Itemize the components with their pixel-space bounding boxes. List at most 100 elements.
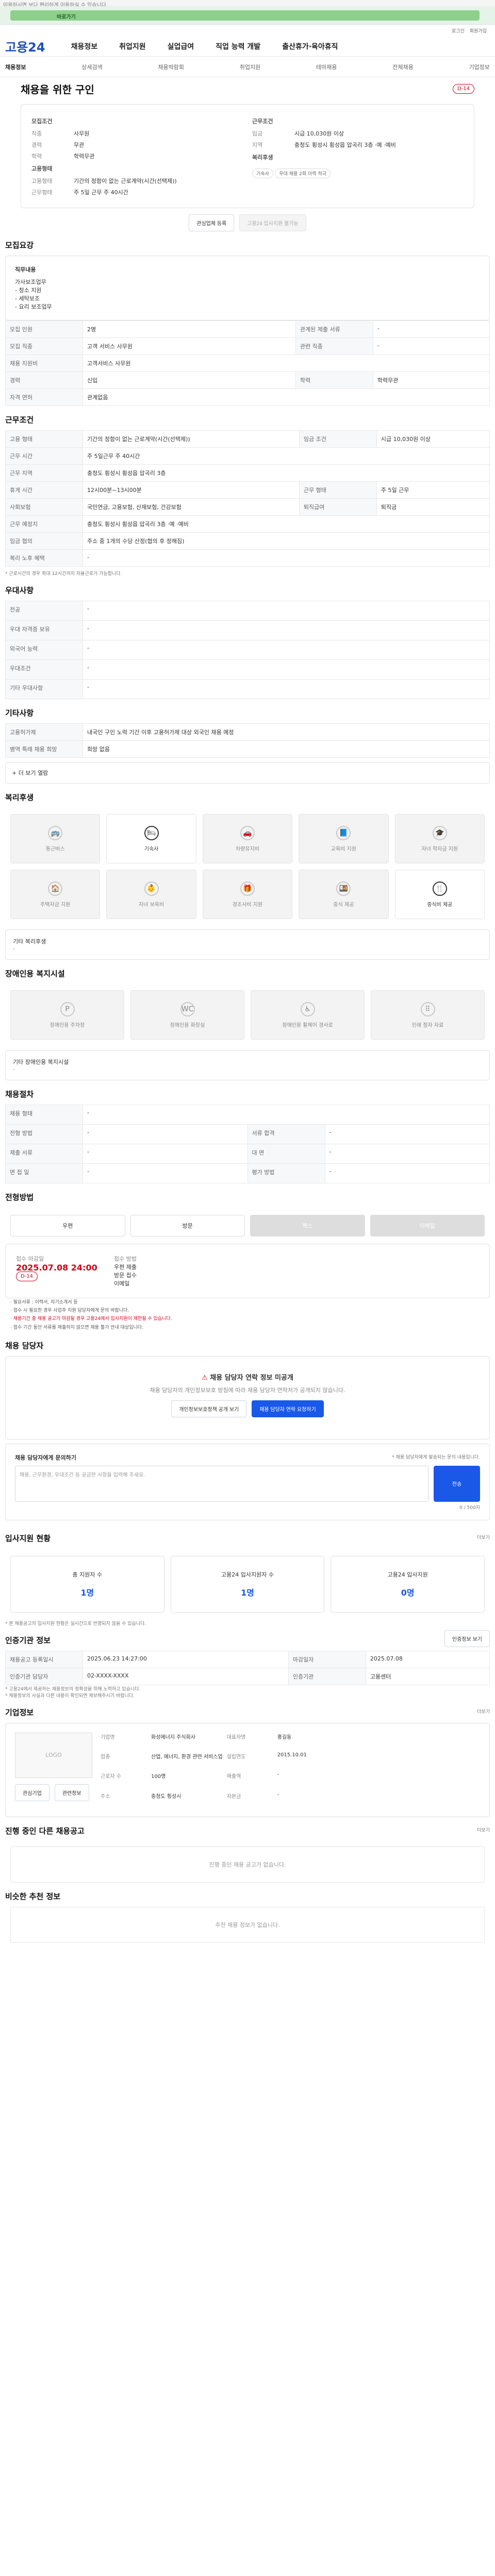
tab-detail-search[interactable]: 상세검색: [81, 63, 102, 71]
process-section: 채용절차 채용 형태 - 전형 방법 - 서류 합격 - 제출 서류 - 대 면- 면 접 …: [0, 1089, 495, 1183]
bus-icon: 🚌: [48, 825, 63, 840]
banner-fill: [10, 10, 480, 21]
banner-label[interactable]: 바로가기: [57, 12, 76, 20]
employment-value: 기간의 정함이 없는 근로계약(시간(선택제)): [74, 178, 177, 184]
agency-button[interactable]: 인증정보 보기: [444, 1630, 490, 1647]
inquiry-textarea[interactable]: 채용, 근무환경, 우대조건 등 궁금한 사항을 입력해 주세요.: [15, 1465, 428, 1502]
welfare-item: 🍴 중식비 제공: [394, 870, 485, 919]
related-empty: 진행 중인 채용 공고가 없습니다.: [10, 1846, 485, 1883]
stat-card: 총 지원자 수 1명: [10, 1555, 164, 1613]
recruit-table: 모집 인원 2명 관계된 제출 서류 - 모집 직종 고객 서비스 사무원 관련 직종 - …: [5, 320, 490, 406]
menu-training[interactable]: 직업 능력 개발: [216, 41, 260, 52]
tab-company[interactable]: 기업정보: [469, 63, 489, 71]
disability-note-title: 기타 장애인용 복지시설: [13, 1059, 69, 1065]
tab-fair[interactable]: 채용박람회: [158, 63, 184, 71]
welfare-note-title: 기타 복리후생: [13, 938, 46, 945]
top-notice: 이용하시면 보다 편리하게 이용하실 수 있습니다.: [0, 0, 495, 8]
job-title-bar: 채용을 위한 구인 D-14: [0, 77, 495, 100]
disability-section: 장애인용 복지시설 P 장애인용 주차장 WC 장애인용 화장실 ♿ 장애인용 휠체어…: [0, 968, 495, 1080]
tab-support[interactable]: 취업지원: [240, 63, 260, 71]
agency-table: 채용공고 등록일시 2025.06.23 14:27:00 마감일자 2025.07.…: [5, 1650, 490, 1685]
green-banner: 바로가기: [0, 6, 495, 25]
inquiry-title: 채용 담당자에게 문의하기: [15, 1454, 76, 1461]
meal-icon: 🍱: [336, 881, 351, 896]
facility-item: ♿ 장애인용 휠체어 경사로: [251, 990, 365, 1040]
apply-button[interactable]: 고용24 입사지원 불가능: [239, 214, 306, 231]
welfare-item: 🚌 통근버스: [10, 814, 101, 863]
preference-table: 전공 - 우대 자격증 보유 - 외국어 능력 - 우대조건 - 기타 우대사항 -: [5, 601, 490, 699]
section-title: 장애인용 복지시설: [5, 969, 65, 978]
contact-request-button[interactable]: 채용 담당자 연락 요청하기: [252, 1400, 324, 1417]
contact-desc: 채용 담당자의 개인정보보호 방침에 따라 채용 담당자 연락처가 공개되지 않…: [150, 1386, 345, 1394]
applicant-stats: 총 지원자 수 1명 고용24 입사지원자 수 1명 고용24 입사지원 0명: [5, 1549, 490, 1620]
menu-leave[interactable]: 출산휴가·육아휴직: [282, 41, 338, 52]
parking-icon: P: [60, 1002, 75, 1016]
tab-theme[interactable]: 테마채용: [316, 63, 337, 71]
facility-item: P 장애인용 주차장: [10, 990, 124, 1040]
welfare-item: 📘 교육비 지원: [299, 814, 389, 863]
method-email[interactable]: 이메일: [370, 1215, 485, 1236]
method-list: 우편 방문 팩스 이메일: [5, 1208, 490, 1244]
tab-all[interactable]: 전체채용: [392, 63, 413, 71]
more-link[interactable]: 더보기: [477, 1534, 490, 1549]
conditions-note: * 근로시간의 경우 최대 12시간까지 자율근로가 가능합니다.: [5, 571, 122, 577]
related-info-button[interactable]: 관련정보: [54, 1784, 89, 1801]
contact-alert: 채용 담당자 연락 정보 미공개: [210, 1374, 293, 1382]
menu-support[interactable]: 취업지원: [119, 41, 146, 52]
recruit-summary: 모집조건 직종 사무원 경력 무관 학력 학력무관 고용형태 고용형태 기간의 정함이 …: [31, 113, 243, 199]
interest-company-button[interactable]: 관심기업: [15, 1784, 50, 1801]
welfare-note-value: -: [13, 945, 15, 952]
action-buttons: 관심업체 등록 고용24 입사지원 불가능: [0, 214, 495, 231]
apply-notes: · 필요서류 : 이력서, 자기소개서 등 · 접수 시 필요한 경우 사업주 지…: [10, 1300, 172, 1330]
send-button[interactable]: 전송: [434, 1465, 480, 1502]
career-label: 경력: [31, 142, 42, 148]
method-title: 접수 방법: [114, 1256, 137, 1262]
section-title: 입사지원 현황: [5, 1533, 51, 1543]
applicants-note: * 본 채용공고의 입사지원 현황은 실시간으로 반영되지 않을 수 있습니다.: [5, 1621, 146, 1626]
benefit-title: 복리후생: [252, 154, 273, 161]
section-title: 기업정보: [5, 1707, 34, 1717]
method-visit[interactable]: 방문: [130, 1215, 245, 1236]
more-link[interactable]: 더보기: [477, 1826, 490, 1841]
menu-jobs[interactable]: 채용정보: [71, 41, 98, 52]
house-icon: 🏠: [48, 881, 63, 896]
signup-link[interactable]: 회원가입: [470, 27, 487, 34]
section-title: 근무조건: [5, 415, 34, 425]
summary-left-title: 모집조건: [31, 118, 53, 125]
more-link[interactable]: 더보기: [477, 1708, 490, 1723]
logo[interactable]: 고용24: [5, 37, 45, 55]
more-box: + 더 보기 열람: [5, 762, 490, 784]
method-post[interactable]: 우편: [10, 1215, 125, 1236]
wage-value: 시급 10,030원 이상: [294, 130, 344, 137]
welfare-item: 🏠 주택자금 지원: [10, 870, 101, 919]
condition-summary: 근무조건 임금 시급 10,030원 이상 지역 충청도 횡성시 횡성읍 압곡리 3…: [252, 113, 464, 199]
welfare-grid: 🚌 통근버스 🛏 기숙사 🚗 차량유지비 📘 교육비 지원 🎓 자녀 학자금 지원 🏠 주택…: [5, 808, 490, 925]
sub-tabs: 채용정보 상세검색 채용박람회 취업지원 테마채용 전체채용 기업정보: [0, 57, 495, 77]
company-logo: LOGO: [15, 1732, 92, 1778]
car-icon: 🚗: [240, 825, 255, 840]
tab-jobs[interactable]: 채용정보: [5, 63, 26, 71]
scrap-button[interactable]: 관심업체 등록: [189, 214, 235, 231]
edu-value: 학력무관: [74, 153, 95, 160]
recruitment-section: 모집요강 직무내용 가사보조업무 - 청소 지원 - 세탁보조 - 요리 보조업…: [0, 240, 495, 406]
disability-note-card: 기타 장애인용 복지시설 -: [5, 1050, 490, 1080]
section-title: 기타사항: [5, 708, 34, 718]
welfare-item: 🎁 경조사비 지원: [202, 870, 293, 919]
more-link[interactable]: + 더 보기 열람: [12, 770, 48, 776]
job-label: 직종: [31, 130, 42, 137]
recommend-empty: 추천 채용 정보가 없습니다.: [10, 1906, 485, 1943]
section-title: 인증기관 정보: [5, 1635, 51, 1645]
global-nav: 고용24 채용정보 취업지원 실업급여 직업 능력 개발 출산휴가·육아휴직: [0, 36, 495, 57]
applicants-section: 입사지원 현황 더보기 총 지원자 수 1명 고용24 입사지원자 수 1명 고용24…: [0, 1524, 495, 1626]
welfare-item: 🎓 자녀 학자금 지원: [394, 814, 485, 863]
agency-note: * 채용정보의 사실과 다른 내용이 확인되면 제보해주시기 바랍니다.: [5, 1693, 135, 1699]
method-value: 우편 제출: [114, 1264, 137, 1270]
section-title: 모집요강: [5, 241, 34, 250]
menu-benefit[interactable]: 실업급여: [168, 41, 194, 52]
child-icon: 👶: [144, 881, 159, 896]
method-fax[interactable]: 팩스: [250, 1215, 365, 1236]
disability-note-value: -: [13, 1066, 15, 1073]
job-detail-line: - 청소 지원: [15, 287, 42, 294]
login-link[interactable]: 로그인: [452, 27, 465, 34]
privacy-button[interactable]: 개인정보보호정책 공개 보기: [171, 1400, 247, 1417]
